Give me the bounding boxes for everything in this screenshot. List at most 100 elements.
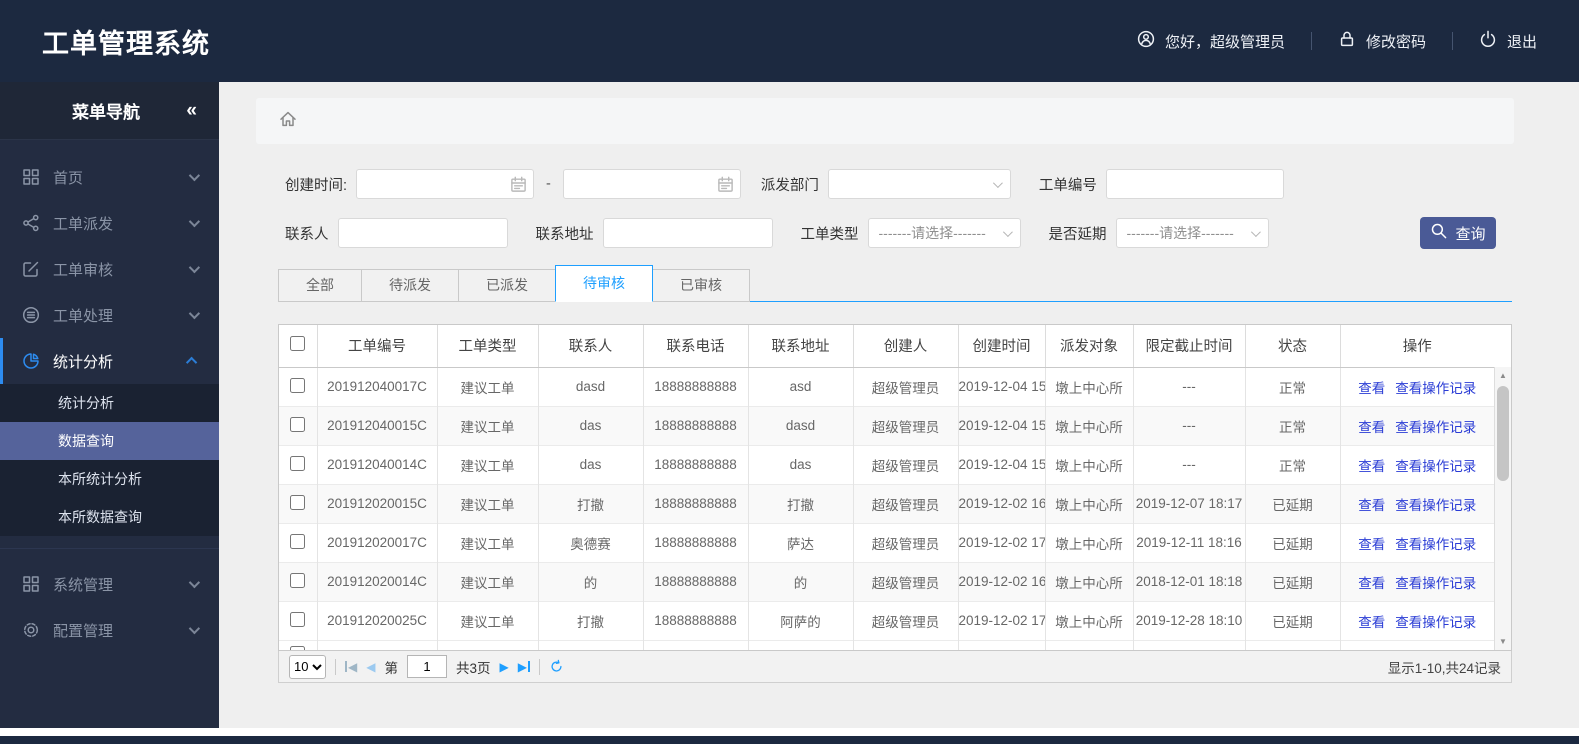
status-tabs: 全部 待派发 已派发 待审核 已审核: [278, 265, 1512, 302]
cell-target: 墩上中心所: [1044, 367, 1133, 406]
row-checkbox[interactable]: [290, 494, 306, 510]
is-delayed-select[interactable]: -------请选择-------: [1115, 218, 1269, 248]
orders-table-wrapper: 工单编号 工单类型 联系人 联系电话 联系地址 创建人 创建时间 派发对象 限定截止时间 状态 操作…: [278, 324, 1512, 651]
cell-type: 建议工单: [436, 561, 538, 601]
status-badge: 正常: [1244, 367, 1340, 406]
chevron-down-icon: [188, 261, 201, 274]
sidebar-item-order-review[interactable]: 工单审核: [0, 246, 219, 292]
sidebar-subitem-data-query[interactable]: 数据查询: [0, 422, 219, 460]
lock-icon: [1338, 30, 1356, 52]
tab-all[interactable]: 全部: [278, 269, 362, 302]
change-password-label: 修改密码: [1365, 33, 1426, 51]
view-link[interactable]: 查看: [1358, 498, 1385, 513]
home-icon[interactable]: [279, 110, 297, 133]
scroll-down-arrow[interactable]: ▼: [1495, 633, 1511, 650]
cell-type: 建议工单: [436, 444, 538, 484]
sidebar-item-order-dispatch[interactable]: 工单派发: [0, 200, 219, 246]
row-checkbox[interactable]: [290, 645, 306, 650]
first-page-button[interactable]: ◀: [345, 660, 357, 674]
row-checkbox-cell: [279, 561, 317, 601]
sidebar-subitem-branch-data-query[interactable]: 本所数据查询: [0, 498, 219, 536]
row-checkbox[interactable]: [290, 377, 306, 393]
orders-table: 工单编号 工单类型 联系人 联系电话 联系地址 创建人 创建时间 派发对象 限定截止时间 状态 操作…: [279, 325, 1494, 650]
create-time-start-input[interactable]: [356, 169, 535, 199]
last-page-button[interactable]: ▶: [518, 660, 530, 674]
row-checkbox[interactable]: [290, 416, 306, 432]
next-page-button[interactable]: ▶: [499, 660, 508, 674]
view-link[interactable]: 查看: [1358, 537, 1385, 552]
sidebar-item-config-mgmt[interactable]: 配置管理: [0, 607, 219, 653]
row-checkbox[interactable]: [290, 533, 306, 549]
filter-form: 创建时间: - 派发部门 工单编号 联系人 联系地址 工单类型 -------请…: [219, 168, 1579, 249]
is-delayed-label: 是否延期: [1048, 226, 1107, 243]
cell-target: 墩上中心所: [1044, 444, 1133, 484]
page-size-select[interactable]: 10: [289, 654, 326, 679]
search-button[interactable]: 查询: [1420, 217, 1496, 249]
view-log-link[interactable]: 查看操作记录: [1395, 537, 1476, 552]
chevron-down-icon: [188, 307, 201, 320]
sidebar-item-stats-analysis[interactable]: 统计分析: [0, 338, 219, 384]
sidebar-collapse-button[interactable]: «: [186, 100, 196, 122]
select-all-checkbox[interactable]: [290, 336, 306, 352]
chevron-down-icon: [188, 622, 201, 635]
view-log-link[interactable]: 查看操作记录: [1395, 381, 1476, 396]
view-log-link[interactable]: 查看操作记录: [1395, 459, 1476, 474]
view-log-link[interactable]: 查看操作记录: [1395, 498, 1476, 513]
refresh-icon[interactable]: [549, 659, 564, 674]
view-link[interactable]: 查看: [1358, 420, 1385, 435]
search-icon: [1430, 222, 1448, 244]
cell-address: 萨达: [747, 522, 853, 562]
row-checkbox-cell: [279, 405, 317, 445]
change-password-link[interactable]: 修改密码: [1338, 30, 1426, 52]
sidebar-item-label: 统计分析: [53, 353, 114, 371]
tab-pending-dispatch[interactable]: 待派发: [361, 269, 459, 302]
cell-creator: 超级管理员: [852, 367, 958, 406]
page-number-input[interactable]: [406, 655, 447, 678]
view-link[interactable]: 查看: [1358, 576, 1385, 591]
cell-phone: 18888888888: [642, 600, 748, 640]
tab-pending-review[interactable]: 待审核: [555, 265, 653, 302]
cell-address: 打撤: [747, 483, 853, 523]
view-log-link[interactable]: 查看操作记录: [1395, 420, 1476, 435]
row-checkbox[interactable]: [290, 455, 306, 471]
sidebar-item-order-process[interactable]: 工单处理: [0, 292, 219, 338]
order-type-label: 工单类型: [800, 226, 859, 243]
view-link[interactable]: 查看: [1358, 381, 1385, 396]
contact-input[interactable]: [337, 218, 508, 248]
view-log-link[interactable]: 查看操作记录: [1395, 615, 1476, 630]
tab-reviewed[interactable]: 已审核: [652, 269, 750, 302]
cell-phone: 18888888888: [642, 483, 748, 523]
view-link[interactable]: 查看: [1358, 615, 1385, 630]
sidebar-item-system-mgmt[interactable]: 系统管理: [0, 561, 219, 607]
dispatch-dept-select[interactable]: [827, 169, 1011, 199]
col-header-creator: 创建人: [852, 325, 958, 368]
logout-link[interactable]: 退出: [1479, 30, 1537, 52]
view-log-link[interactable]: 查看操作记录: [1395, 576, 1476, 591]
table-scrollbar[interactable]: ▲ ▼: [1494, 367, 1511, 650]
view-link[interactable]: 查看: [1358, 459, 1385, 474]
table-row: 201912020014C 建议工单的 18888888888 的超级管理员 2019-…: [279, 561, 1494, 601]
scrollbar-thumb[interactable]: [1497, 386, 1509, 481]
tab-dispatched[interactable]: 已派发: [458, 269, 556, 302]
sidebar-item-label: 首页: [53, 169, 84, 187]
col-header-order-type: 工单类型: [436, 325, 538, 368]
cell-created: 2019-12-04 15: [957, 405, 1045, 445]
scroll-up-arrow[interactable]: ▲: [1495, 367, 1511, 384]
cell-phone: 18888888888: [642, 405, 748, 445]
order-type-select[interactable]: -------请选择-------: [867, 218, 1021, 248]
sidebar-subitem-branch-stats[interactable]: 本所统计分析: [0, 460, 219, 498]
prev-page-button[interactable]: ◀: [366, 660, 375, 674]
header-divider: [1451, 32, 1453, 50]
cell-creator: 超级管理员: [852, 444, 958, 484]
create-time-end-input[interactable]: [562, 169, 741, 199]
row-checkbox[interactable]: [290, 572, 306, 588]
table-row-partial: [279, 639, 1494, 650]
logout-label: 退出: [1506, 33, 1537, 51]
sidebar-subitem-stats-analysis-sub[interactable]: 统计分析: [0, 384, 219, 422]
sidebar-item-home[interactable]: 首页: [0, 154, 219, 200]
address-input[interactable]: [602, 218, 773, 248]
row-checkbox[interactable]: [290, 611, 306, 627]
calendar-icon[interactable]: [717, 176, 734, 193]
calendar-icon[interactable]: [510, 176, 527, 193]
order-no-input[interactable]: [1105, 169, 1284, 199]
